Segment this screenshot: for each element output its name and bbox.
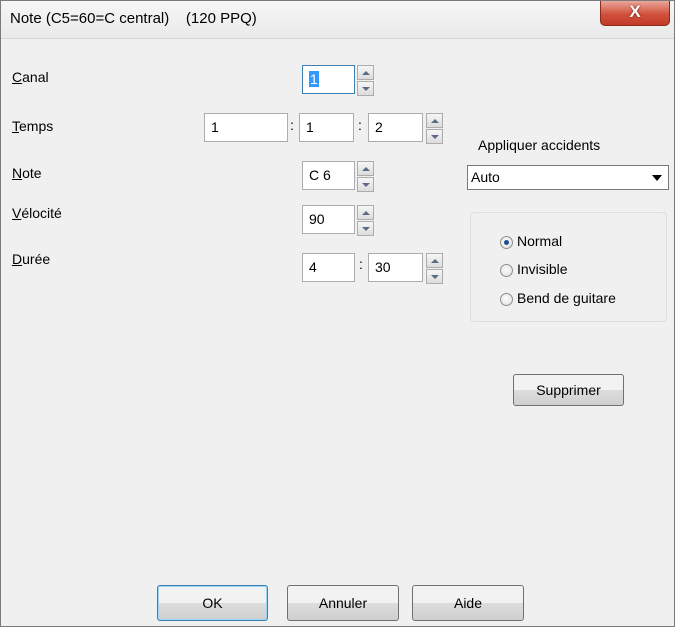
temps-tick-input[interactable]: 2 (368, 113, 423, 142)
accidents-select[interactable]: Auto (467, 165, 669, 190)
canal-spin-up-icon[interactable] (357, 65, 374, 80)
temps-measure-input[interactable]: 1 (204, 113, 288, 142)
duree-label: Durée (12, 251, 51, 267)
radio-unchecked-icon[interactable] (500, 264, 513, 277)
temps-label: Temps (12, 118, 54, 134)
note-spin-up-icon[interactable] (357, 161, 374, 176)
title-bar[interactable]: Note (C5=60=C central) (120 PPQ) X (1, 1, 674, 39)
close-icon: X (629, 2, 641, 21)
velocite-spin-up-icon[interactable] (357, 205, 374, 220)
note-spinner[interactable] (357, 161, 374, 192)
canal-input[interactable]: 1 (302, 65, 355, 94)
canal-spin-down-icon[interactable] (357, 81, 374, 96)
velocite-input[interactable]: 90 (302, 205, 355, 234)
note-spin-down-icon[interactable] (357, 177, 374, 192)
radio-unchecked-icon[interactable] (500, 293, 513, 306)
duree-spin-up-icon[interactable] (426, 253, 443, 268)
close-button[interactable]: X (600, 1, 670, 26)
duree-beats-input[interactable]: 4 (302, 253, 355, 282)
chevron-down-icon[interactable] (652, 175, 662, 181)
note-label: Note (12, 165, 42, 181)
temps-separator: : (290, 117, 294, 133)
delete-button[interactable]: Supprimer (513, 374, 624, 406)
radio-bend-label: Bend de guitare (517, 290, 616, 306)
temps-separator: : (358, 117, 362, 133)
accidents-label: Appliquer accidents (478, 137, 601, 153)
note-input[interactable]: C 6 (302, 161, 355, 190)
temps-spinner[interactable] (426, 113, 443, 144)
temps-beat-input[interactable]: 1 (299, 113, 354, 142)
temps-spin-up-icon[interactable] (426, 113, 443, 128)
accidents-selected-value: Auto (471, 169, 500, 185)
window-title: Note (C5=60=C central) (120 PPQ) (10, 10, 257, 27)
canal-spinner[interactable] (357, 65, 374, 96)
duree-separator: : (359, 256, 363, 272)
radio-normal-label: Normal (517, 233, 563, 249)
help-button[interactable]: Aide (412, 585, 524, 621)
duree-ticks-input[interactable]: 30 (368, 253, 423, 282)
cancel-button[interactable]: Annuler (287, 585, 399, 621)
duree-spin-down-icon[interactable] (426, 269, 443, 284)
velocite-spinner[interactable] (357, 205, 374, 236)
velocite-spin-down-icon[interactable] (357, 221, 374, 236)
velocite-label: Vélocité (12, 205, 62, 221)
radio-invisible-label: Invisible (517, 261, 568, 277)
note-dialog: Note (C5=60=C central) (120 PPQ) X Canal… (0, 0, 675, 627)
radio-checked-icon[interactable] (500, 236, 513, 249)
canal-label: Canal (12, 69, 49, 85)
duree-spinner[interactable] (426, 253, 443, 284)
ok-button[interactable]: OK (157, 585, 268, 621)
temps-spin-down-icon[interactable] (426, 129, 443, 144)
